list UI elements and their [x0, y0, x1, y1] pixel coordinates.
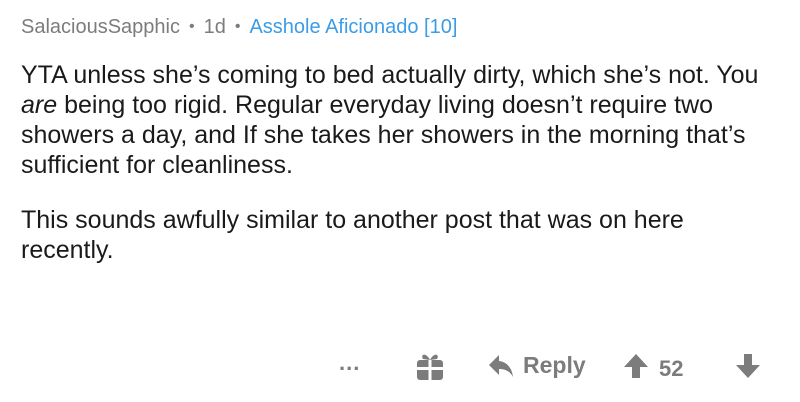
- meta-separator: •: [234, 18, 241, 35]
- comment-body: YTA unless she’s coming to bed actually …: [21, 60, 761, 265]
- upvote-button[interactable]: [622, 352, 650, 380]
- comment: SalaciousSapphic • 1d • Asshole Aficiona…: [21, 14, 791, 265]
- comment-actions: ... Reply 52: [0, 346, 800, 386]
- reply-label: Reply: [523, 352, 586, 378]
- more-options-label: ...: [339, 350, 361, 375]
- paragraph-text: YTA unless she’s coming to bed actually …: [21, 61, 759, 89]
- downvote-button[interactable]: [734, 352, 762, 380]
- give-award-button[interactable]: [414, 350, 446, 382]
- comment-age[interactable]: 1d: [204, 14, 226, 40]
- gift-icon: [414, 350, 446, 382]
- upvote-arrow-icon: [622, 352, 650, 380]
- score-count: 52: [659, 356, 684, 381]
- author-link[interactable]: SalaciousSapphic: [21, 14, 180, 40]
- user-flair: Asshole Aficionado [10]: [249, 16, 458, 38]
- downvote-arrow-icon: [734, 352, 762, 380]
- paragraph-text: being too rigid. Regular everyday living…: [21, 91, 746, 179]
- reply-button[interactable]: Reply: [487, 352, 586, 379]
- emphasis-text: are: [21, 91, 58, 119]
- comment-meta: SalaciousSapphic • 1d • Asshole Aficiona…: [21, 14, 791, 40]
- more-options-button[interactable]: ...: [339, 350, 360, 376]
- meta-separator: •: [189, 18, 195, 35]
- comment-paragraph: This sounds awfully similar to another p…: [21, 206, 684, 264]
- reply-icon: [487, 353, 515, 379]
- comment-paragraph: YTA unless she’s coming to bed actually …: [21, 60, 761, 180]
